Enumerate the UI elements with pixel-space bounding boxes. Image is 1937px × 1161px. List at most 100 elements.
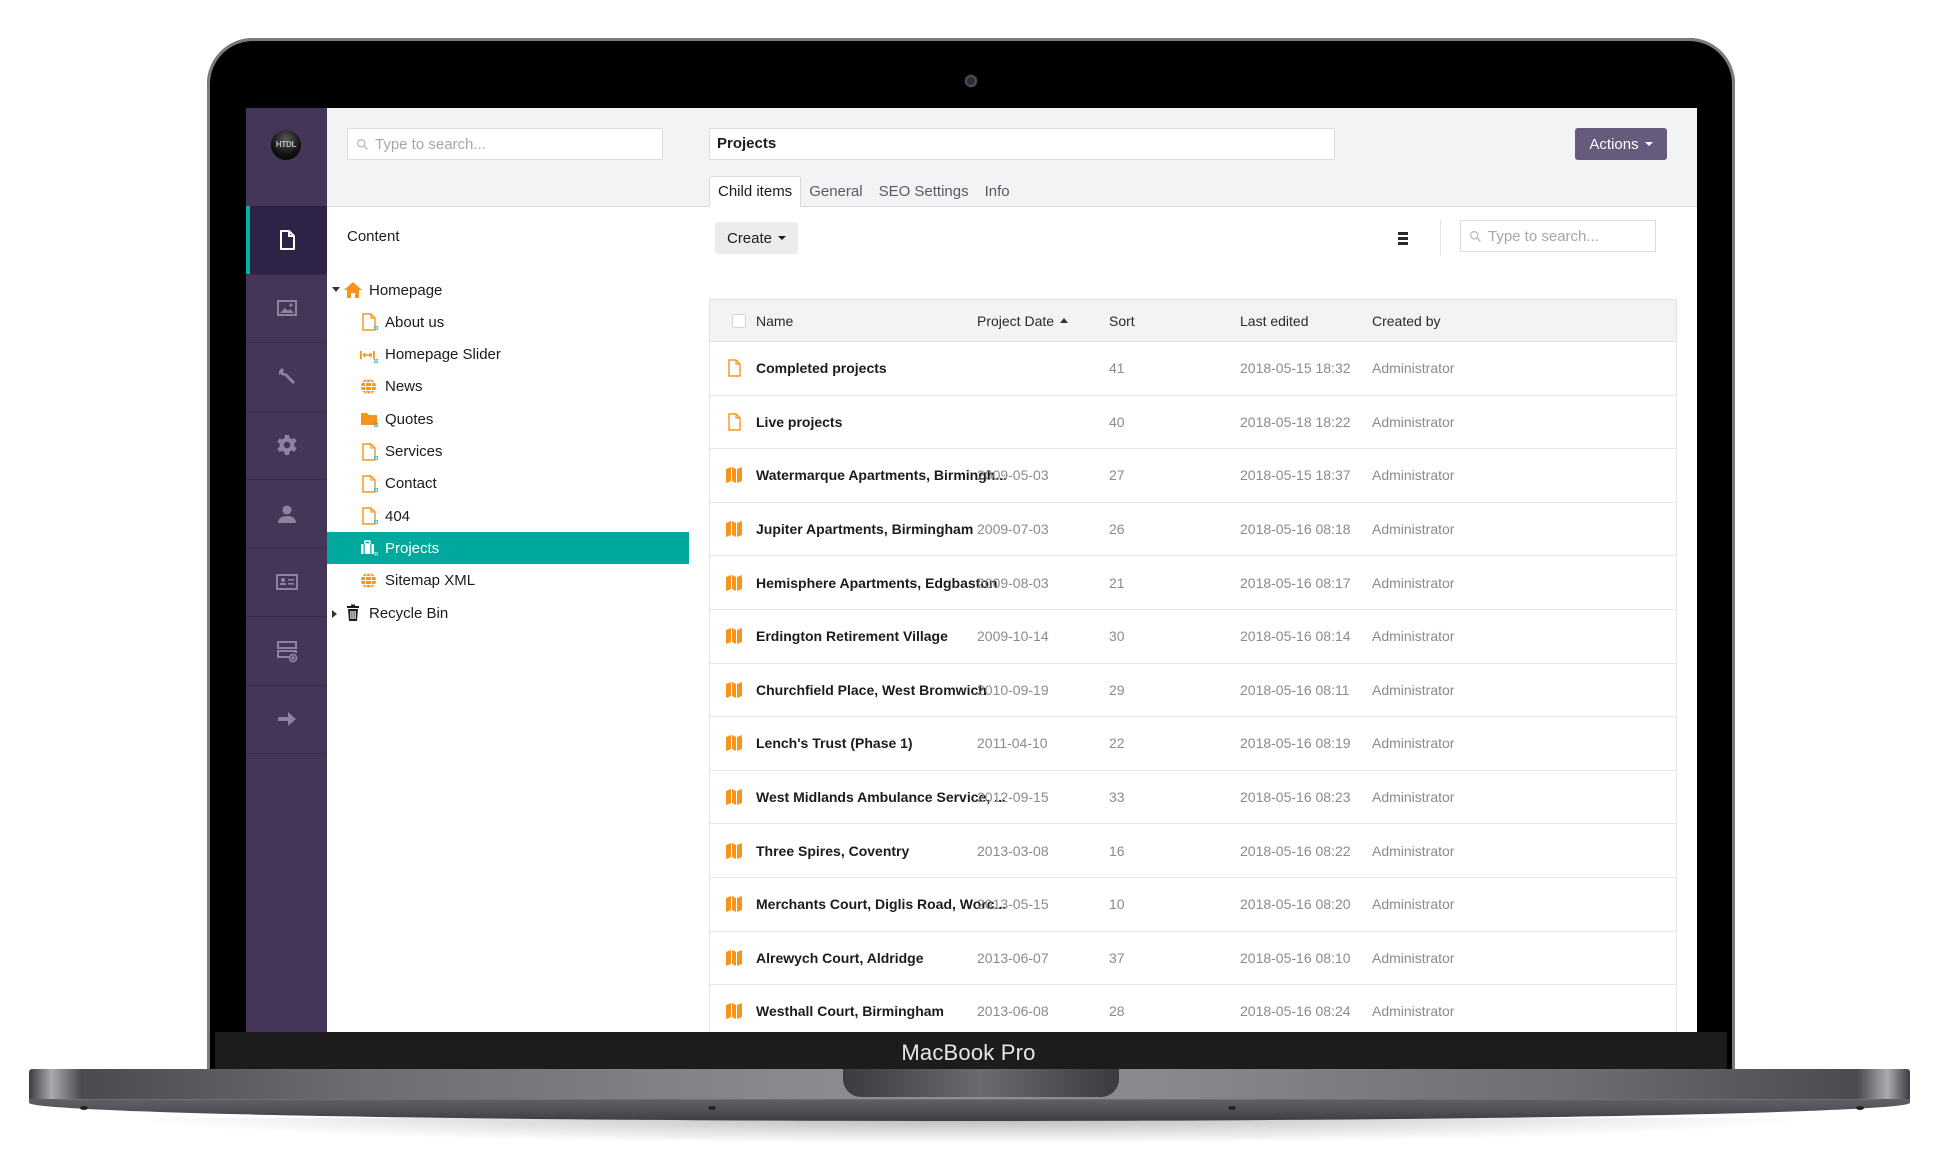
cell-name[interactable]: Alrewych Court, Aldridge [756, 932, 924, 985]
cell-last-edited: 2018-05-16 08:19 [1240, 735, 1351, 752]
cell-name[interactable]: Churchfield Place, West Bromwich [756, 664, 987, 717]
cell-name[interactable]: Merchants Court, Diglis Road, Worc... [756, 878, 1006, 931]
sidebar-nav [246, 206, 327, 754]
cell-name[interactable]: Completed projects [756, 342, 887, 395]
cell-name[interactable]: Live projects [756, 396, 842, 449]
tree-item[interactable]: Services [327, 436, 689, 468]
tree-item[interactable]: Contact [327, 468, 689, 500]
tree-search-input[interactable]: Type to search... [347, 128, 663, 160]
sidebar-item-content[interactable] [246, 206, 327, 275]
cell-name[interactable]: Watermarque Apartments, Birmingh... [756, 449, 1007, 502]
cell-name[interactable]: Hemisphere Apartments, Edgbaston [756, 556, 997, 609]
table-row[interactable]: Watermarque Apartments, Birmingh... 2009-… [709, 449, 1677, 503]
sidebar-item-media[interactable] [246, 275, 327, 343]
table-row[interactable]: Live projects 40 2018-05-18 18:22 Administr… [709, 395, 1677, 450]
cell-created-by: Administrator [1372, 413, 1455, 430]
cell-name[interactable]: Jupiter Apartments, Birmingham [756, 503, 973, 556]
cell-last-edited: 2018-05-16 08:14 [1240, 628, 1351, 645]
tree-item[interactable]: About us [327, 306, 689, 338]
cell-sort: 22 [1109, 735, 1125, 752]
sidebar-item-users[interactable] [246, 480, 327, 549]
arrow-right-icon [275, 707, 299, 731]
device-label: MacBook Pro [901, 1040, 1036, 1065]
cell-name[interactable]: Three Spires, Coventry [756, 824, 909, 877]
create-button[interactable]: Create [715, 222, 798, 254]
cell-last-edited: 2018-05-16 08:17 [1240, 574, 1351, 591]
tree-item[interactable]: 404 [327, 500, 689, 532]
tree-item[interactable]: Sitemap XML [327, 565, 689, 597]
sidebar-item-forms[interactable] [246, 617, 327, 686]
table-row[interactable]: Alrewych Court, Aldridge 2013-06-07 37 2018… [709, 931, 1677, 986]
column-header-created-by[interactable]: Created by [1372, 300, 1440, 341]
actions-button[interactable]: Actions [1575, 128, 1667, 160]
table-row[interactable]: Erdington Retirement Village 2009-10-14 30… [709, 609, 1677, 664]
sidebar-item-members[interactable] [246, 549, 327, 617]
cell-name[interactable]: Lench's Trust (Phase 1) [756, 717, 913, 770]
column-header-name[interactable]: Name [756, 300, 793, 341]
table-row[interactable]: Hemisphere Apartments, Edgbaston 2009-08-… [709, 556, 1677, 610]
cell-project-date: 2009-07-03 [977, 521, 1049, 538]
cell-name[interactable]: Westhall Court, Birmingham [756, 985, 944, 1032]
column-header-project-date[interactable]: Project Date [977, 300, 1069, 341]
column-header-last-edited[interactable]: Last edited [1240, 300, 1309, 341]
caret-right-icon[interactable] [332, 610, 337, 618]
select-all-checkbox[interactable] [732, 300, 746, 341]
cell-created-by: Administrator [1372, 467, 1455, 484]
table-row[interactable]: Jupiter Apartments, Birmingham 2009-07-03… [709, 502, 1677, 557]
tree-item[interactable]: Recycle Bin [327, 597, 689, 629]
page-icon [724, 396, 744, 449]
table-row[interactable]: Merchants Court, Diglis Road, Worc... 201… [709, 877, 1677, 932]
tree-item[interactable]: Projects [327, 532, 689, 565]
cell-name[interactable]: Erdington Retirement Village [756, 610, 948, 663]
globe-icon [359, 377, 379, 397]
editor-header: Projects Actions Child items General SEO S… [689, 108, 1697, 207]
table-row[interactable]: Lench's Trust (Phase 1) 2011-04-10 22 2018-… [709, 717, 1677, 771]
cell-sort: 41 [1109, 360, 1125, 377]
cell-name[interactable]: West Midlands Ambulance Service, ... [756, 771, 1006, 824]
cell-created-by: Administrator [1372, 1003, 1455, 1020]
briefcase-icon [359, 538, 379, 558]
tab-info[interactable]: Info [977, 176, 1018, 207]
node-title-input[interactable]: Projects [709, 128, 1335, 160]
cell-created-by: Administrator [1372, 896, 1455, 913]
search-icon [357, 138, 368, 150]
table-row[interactable]: Westhall Court, Birmingham 2013-06-08 28 20… [709, 985, 1677, 1032]
sidebar-item-settings[interactable] [246, 412, 327, 480]
tree-item-label: Quotes [385, 410, 434, 428]
tree-item[interactable]: Homepage Slider [327, 339, 689, 371]
app-logo[interactable]: HTDL [271, 130, 301, 160]
table-row[interactable]: West Midlands Ambulance Service, ... 2012… [709, 770, 1677, 825]
document-icon [275, 228, 299, 252]
sidebar-item-redirect[interactable] [246, 686, 327, 754]
tree-item[interactable]: Quotes [327, 403, 689, 435]
cell-project-date: 2013-06-07 [977, 949, 1049, 966]
list-view-icon[interactable] [1396, 230, 1410, 246]
tree-item[interactable]: Homepage [327, 274, 689, 306]
table-row[interactable]: Churchfield Place, West Bromwich 2010-09-… [709, 663, 1677, 718]
tree-item-label: Services [385, 443, 443, 460]
cell-created-by: Administrator [1372, 842, 1455, 859]
table-row[interactable]: Three Spires, Coventry 2013-03-08 16 2018-0… [709, 824, 1677, 878]
laptop-foot [708, 1106, 716, 1110]
cell-project-date: 2013-03-08 [977, 842, 1049, 859]
tree-item-label: Recycle Bin [369, 604, 449, 622]
caret-down-icon[interactable] [332, 287, 340, 292]
home-icon [343, 280, 363, 300]
tab-child-items[interactable]: Child items [709, 176, 802, 207]
cell-project-date: 2012-09-15 [977, 789, 1049, 806]
column-header-sort[interactable]: Sort [1109, 300, 1135, 341]
sidebar-item-settings-tools[interactable] [246, 343, 327, 412]
tree-item-label: Contact [385, 475, 437, 493]
tab-general[interactable]: General [801, 176, 870, 207]
table-row[interactable]: Completed projects 41 2018-05-15 18:32 Admi… [709, 342, 1677, 396]
form-add-icon [275, 639, 299, 663]
checkbox-box [732, 313, 746, 328]
tree-item[interactable]: News [327, 371, 689, 403]
map-icon [724, 503, 744, 556]
page-icon [359, 442, 379, 462]
cell-sort: 29 [1109, 681, 1125, 698]
tab-seo-settings[interactable]: SEO Settings [871, 176, 977, 207]
list-search-input[interactable]: Type to search... [1460, 220, 1656, 252]
cell-project-date: 2010-09-19 [977, 681, 1049, 698]
table-body: Completed projects 41 2018-05-15 18:32 Admi… [709, 342, 1677, 1032]
